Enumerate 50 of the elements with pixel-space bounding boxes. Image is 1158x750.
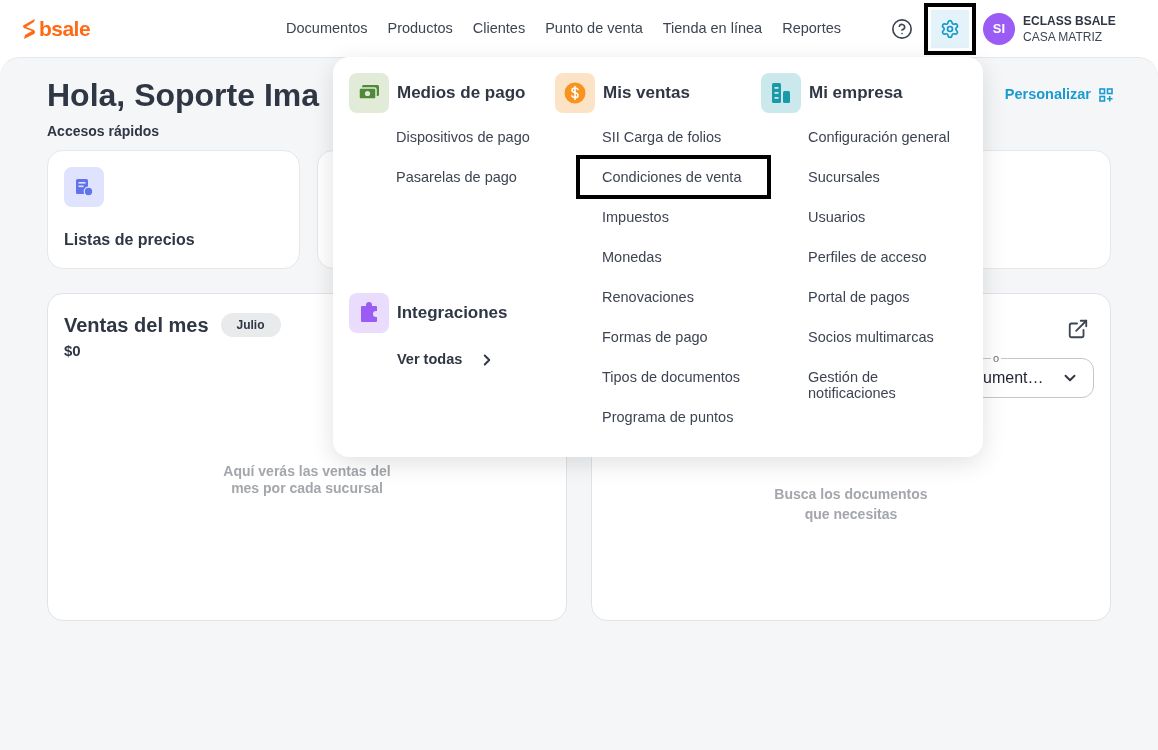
- menu-item[interactable]: Condiciones de venta: [578, 157, 769, 197]
- menu-item[interactable]: Gestión de notificaciones: [784, 357, 975, 413]
- nav-link[interactable]: Clientes: [472, 17, 526, 40]
- menu-section-title: Mis ventas: [603, 82, 690, 105]
- menu-item[interactable]: Impuestos: [578, 197, 769, 237]
- menu-item[interactable]: Dispositivos de pago: [372, 117, 563, 157]
- nav-link[interactable]: Productos: [387, 17, 453, 40]
- menu-item[interactable]: Socios multimarcas: [784, 317, 975, 357]
- price-list-icon: [64, 167, 104, 207]
- menu-item[interactable]: Usuarios: [784, 197, 975, 237]
- menu-section-title: Medios de pago: [397, 82, 526, 105]
- select-value: ument…: [983, 368, 1044, 388]
- menu-item[interactable]: Pasarelas de pago: [372, 157, 563, 197]
- quick-access-card[interactable]: Listas de precios: [47, 150, 301, 269]
- sales-amount: $0: [64, 341, 81, 361]
- section-title: Accesos rápidos: [47, 122, 160, 141]
- add-widget-icon: [1099, 88, 1113, 102]
- menu-item[interactable]: Renovaciones: [578, 277, 769, 317]
- menu-section-title: Mi empresa: [809, 82, 903, 105]
- menu-item[interactable]: Tipos de documentos: [578, 357, 769, 397]
- dollar-coin-icon: [555, 73, 595, 113]
- user-avatar[interactable]: SI: [983, 12, 1015, 45]
- menu-section-title: Integraciones: [397, 302, 508, 325]
- card-label: Listas de precios: [64, 230, 196, 250]
- empty-state-text: Aquí verás las ventas del mes por cada sucursal: [222, 462, 392, 497]
- external-link-icon[interactable]: [1067, 318, 1089, 340]
- menu-item[interactable]: SII Carga de folios: [578, 117, 769, 157]
- empty-state-text: Busca los documentos que necesitas: [773, 485, 929, 524]
- nav-link[interactable]: Tienda en línea: [662, 17, 763, 40]
- help-icon[interactable]: [891, 17, 913, 40]
- menu-item[interactable]: Portal de pagos: [784, 277, 975, 317]
- menu-item[interactable]: Formas de pago: [578, 317, 769, 357]
- gear-icon: [940, 18, 960, 39]
- view-all-link[interactable]: Ver todas: [397, 349, 497, 371]
- greeting-heading: Hola, Soporte Ima: [47, 76, 320, 115]
- user-name: ECLASS BSALE: [1023, 12, 1116, 29]
- widget-title: Ventas del mes: [64, 313, 209, 338]
- nav-link[interactable]: Reportes: [782, 17, 841, 40]
- branch-name: CASA MATRIZ: [1023, 28, 1104, 45]
- menu-item[interactable]: Perfiles de acceso: [784, 237, 975, 277]
- menu-item[interactable]: Monedas: [578, 237, 769, 277]
- nav-link[interactable]: Documentos: [286, 17, 368, 40]
- cash-icon: [349, 73, 389, 113]
- menu-item[interactable]: Sucursales: [784, 157, 975, 197]
- month-badge: Julio: [220, 313, 281, 337]
- puzzle-icon: [349, 293, 389, 333]
- nav-link[interactable]: Punto de venta: [545, 17, 643, 40]
- menu-item[interactable]: Programa de puntos: [578, 397, 769, 437]
- menu-item[interactable]: Configuración general: [784, 117, 975, 157]
- building-icon: [761, 73, 801, 113]
